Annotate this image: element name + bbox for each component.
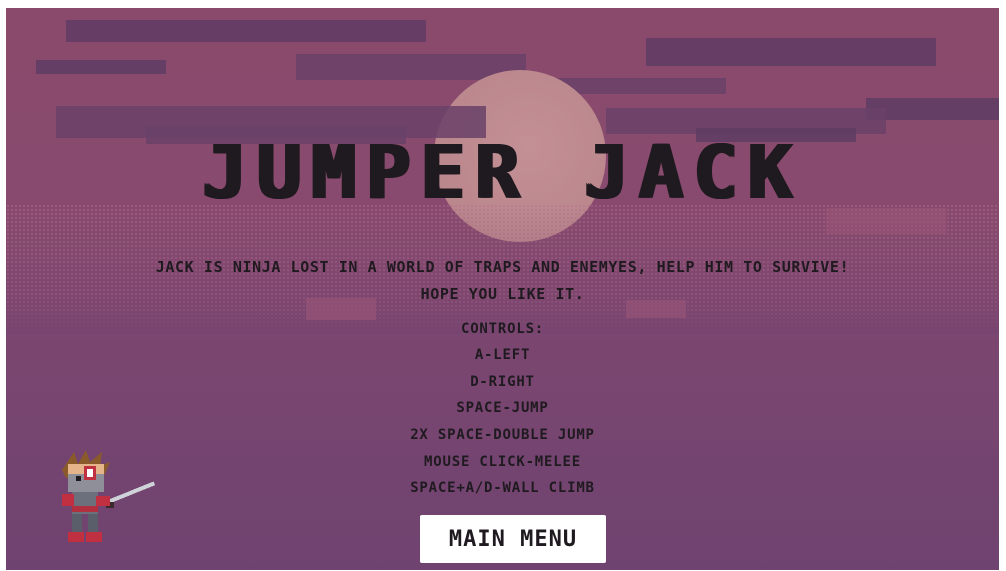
ninja-character-icon <box>62 450 156 542</box>
control-item: 2X SPACE-DOUBLE JUMP <box>410 427 595 443</box>
cloud <box>826 208 946 234</box>
cloud <box>66 20 426 42</box>
game-screen: JUMPER JACK JACK IS NINJA LOST IN A WORL… <box>6 8 999 570</box>
cloud <box>646 38 936 66</box>
main-menu-button[interactable]: MAIN MENU <box>420 515 606 563</box>
control-item: SPACE-JUMP <box>456 400 549 416</box>
control-item: D-RIGHT <box>470 374 535 390</box>
description-line-1: JACK IS NINJA LOST IN A WORLD OF TRAPS A… <box>155 258 850 276</box>
controls-heading: CONTROLS: <box>460 321 545 337</box>
description-line-2: HOPE YOU LIKE IT. <box>420 285 585 303</box>
control-item: A-LEFT <box>474 347 531 363</box>
game-title: JUMPER JACK <box>202 130 803 216</box>
cloud <box>36 60 166 74</box>
